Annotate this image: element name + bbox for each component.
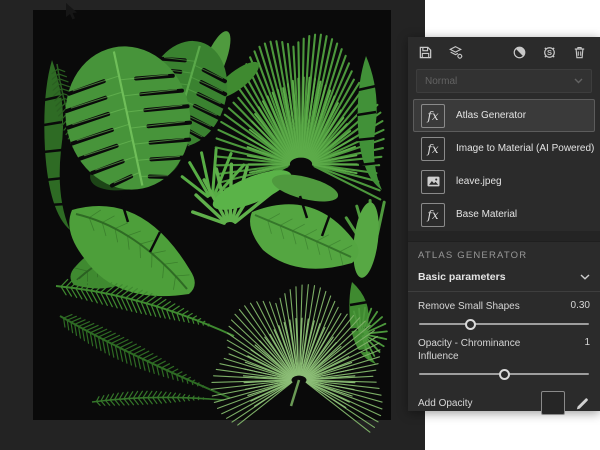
properties-title: ATLAS GENERATOR [418,250,590,261]
remove-small-shapes-slider[interactable] [419,319,589,329]
slider-handle[interactable] [465,319,476,330]
delete-icon[interactable] [572,45,587,60]
mouse-cursor [66,3,78,20]
param-value: 1 [584,337,590,348]
blend-mode-dropdown[interactable]: Normal [416,69,592,93]
panel-toolbar: S [408,37,600,67]
image-icon [421,170,445,194]
basic-parameters-group[interactable]: Basic parameters [418,271,590,283]
param-remove-small-shapes: Remove Small Shapes 0.30 [418,300,590,313]
smart-material-icon[interactable]: S [542,45,557,60]
layer-label: Base Material [456,209,517,220]
opacity-color-swatch[interactable] [541,391,565,415]
layer-item-image-to-material[interactable]: fx Image to Material (AI Powered) [413,132,595,165]
svg-text:S: S [547,48,552,57]
layers-properties-panel: S Normal fx Atlas Generator fx Image to … [408,37,600,411]
fx-icon: fx [421,104,445,128]
viewport-canvas[interactable] [0,0,425,450]
slider-handle[interactable] [499,369,510,380]
panel-section-divider [408,231,600,242]
param-value: 0.30 [571,300,590,311]
chevron-down-icon [580,274,590,280]
slider-track[interactable] [419,323,589,325]
layer-label: Image to Material (AI Powered) [456,143,594,154]
layer-list: fx Atlas Generator fx Image to Material … [408,99,600,231]
leaves-atlas-image [0,0,425,450]
param-label: Remove Small Shapes [418,300,530,313]
save-icon[interactable] [418,45,433,60]
chevron-down-icon [574,78,583,84]
fx-icon: fx [421,203,445,227]
layer-item-leave-jpeg[interactable]: leave.jpeg [413,165,595,198]
layer-label: leave.jpeg [456,176,502,187]
layer-item-base-material[interactable]: fx Base Material [413,198,595,231]
param-opacity-chrominance: Opacity - Chrominance Influence 1 [418,337,590,363]
group-title: Basic parameters [418,271,506,283]
fx-icon: fx [421,137,445,161]
blend-mode-value: Normal [425,76,457,87]
add-mask-icon[interactable] [512,45,527,60]
divider [408,291,600,292]
layer-item-atlas-generator[interactable]: fx Atlas Generator [413,99,595,132]
pen-picker-icon[interactable] [575,396,590,411]
param-label: Opacity - Chrominance Influence [418,337,530,363]
add-layer-icon[interactable] [448,45,463,60]
opacity-chrominance-slider[interactable] [419,369,589,379]
param-add-opacity: Add Opacity [418,391,590,415]
layer-label: Atlas Generator [456,110,526,121]
properties-section: ATLAS GENERATOR Basic parameters Remove … [408,242,600,415]
param-label: Add Opacity [418,398,472,409]
